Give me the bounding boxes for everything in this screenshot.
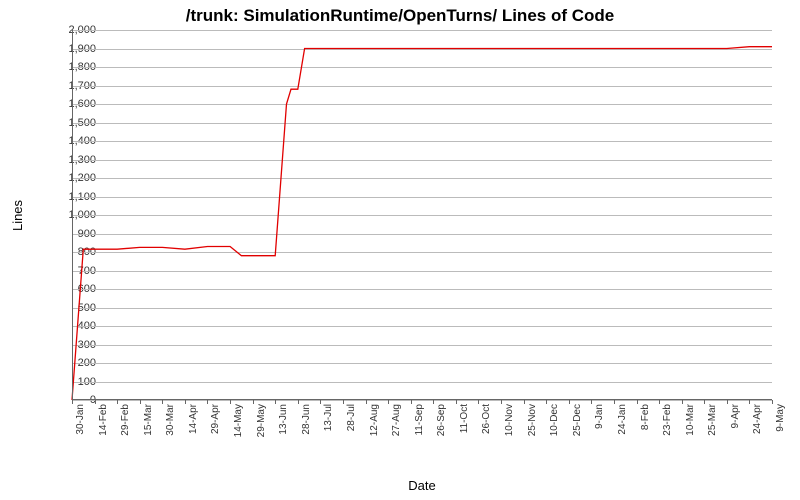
plot-border xyxy=(72,30,772,400)
x-tick-mark xyxy=(72,400,73,404)
x-tick-label: 24-Apr xyxy=(752,404,763,434)
x-tick-mark xyxy=(95,400,96,404)
x-tick-mark xyxy=(772,400,773,404)
x-tick-label: 25-Nov xyxy=(527,404,538,436)
x-tick-label: 29-Apr xyxy=(210,404,221,434)
x-tick-label: 29-Feb xyxy=(120,404,131,436)
x-tick-mark xyxy=(749,400,750,404)
x-tick-label: 15-Mar xyxy=(143,404,154,436)
x-tick-mark xyxy=(591,400,592,404)
x-tick-label: 14-May xyxy=(233,404,244,437)
x-tick-label: 29-May xyxy=(256,404,267,437)
x-tick-mark xyxy=(162,400,163,404)
x-tick-mark xyxy=(253,400,254,404)
x-tick-label: 13-Jul xyxy=(323,404,334,431)
chart-container: /trunk: SimulationRuntime/OpenTurns/ Lin… xyxy=(0,0,800,500)
x-tick-mark xyxy=(546,400,547,404)
x-tick-mark xyxy=(230,400,231,404)
x-tick-mark xyxy=(388,400,389,404)
x-tick-label: 9-Apr xyxy=(730,404,741,428)
x-tick-mark xyxy=(411,400,412,404)
x-tick-mark xyxy=(433,400,434,404)
x-tick-mark xyxy=(117,400,118,404)
x-tick-mark xyxy=(185,400,186,404)
x-tick-mark xyxy=(614,400,615,404)
x-axis-label: Date xyxy=(72,478,772,493)
x-tick-label: 26-Sep xyxy=(436,404,447,436)
x-tick-label: 30-Mar xyxy=(165,404,176,436)
x-tick-mark xyxy=(366,400,367,404)
x-tick-mark xyxy=(140,400,141,404)
x-tick-label: 11-Oct xyxy=(459,404,470,433)
x-tick-label: 25-Dec xyxy=(572,404,583,436)
plot-area xyxy=(72,30,772,400)
x-tick-mark xyxy=(456,400,457,404)
x-tick-mark xyxy=(275,400,276,404)
x-tick-mark xyxy=(501,400,502,404)
x-tick-label: 10-Mar xyxy=(685,404,696,436)
x-tick-label: 26-Oct xyxy=(481,404,492,434)
x-tick-mark xyxy=(727,400,728,404)
x-tick-mark xyxy=(659,400,660,404)
x-tick-mark xyxy=(637,400,638,404)
x-tick-label: 9-May xyxy=(775,404,786,432)
x-tick-label: 25-Mar xyxy=(707,404,718,436)
x-tick-label: 30-Jan xyxy=(75,404,86,435)
x-tick-label: 12-Aug xyxy=(369,404,380,436)
x-tick-mark xyxy=(524,400,525,404)
x-tick-label: 28-Jul xyxy=(346,404,357,431)
x-tick-label: 10-Dec xyxy=(549,404,560,436)
x-tick-mark xyxy=(704,400,705,404)
y-axis-label: Lines xyxy=(10,30,26,400)
x-tick-mark xyxy=(569,400,570,404)
x-tick-label: 13-Jun xyxy=(278,404,289,435)
x-tick-label: 9-Jan xyxy=(594,404,605,429)
x-tick-mark xyxy=(320,400,321,404)
x-tick-label: 14-Feb xyxy=(98,404,109,436)
x-tick-mark xyxy=(682,400,683,404)
x-tick-label: 24-Jan xyxy=(617,404,628,435)
x-tick-mark xyxy=(207,400,208,404)
x-tick-label: 27-Aug xyxy=(391,404,402,436)
x-tick-mark xyxy=(478,400,479,404)
x-tick-label: 11-Sep xyxy=(414,404,425,436)
chart-title: /trunk: SimulationRuntime/OpenTurns/ Lin… xyxy=(0,6,800,26)
x-tick-label: 8-Feb xyxy=(640,404,651,430)
x-tick-label: 10-Nov xyxy=(504,404,515,436)
gridline xyxy=(72,400,772,401)
x-tick-label: 23-Feb xyxy=(662,404,673,436)
x-tick-mark xyxy=(298,400,299,404)
x-tick-label: 28-Jun xyxy=(301,404,312,435)
x-tick-label: 14-Apr xyxy=(188,404,199,434)
x-tick-mark xyxy=(343,400,344,404)
